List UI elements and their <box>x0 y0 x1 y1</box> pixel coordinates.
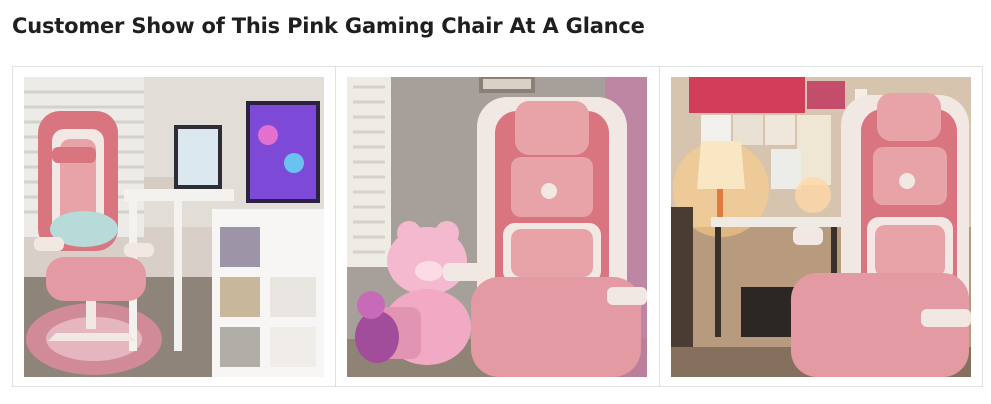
section-title: Customer Show of This Pink Gaming Chair … <box>12 14 645 38</box>
gallery-cell-1 <box>13 67 337 386</box>
gallery-cell-2 <box>336 67 660 386</box>
product-gallery-section: Customer Show of This Pink Gaming Chair … <box>0 0 991 404</box>
customer-photo-2-image <box>347 77 648 377</box>
customer-photo-3-image <box>670 77 971 377</box>
customer-photo-gallery <box>12 66 983 387</box>
customer-photo-2[interactable] <box>347 77 648 377</box>
customer-photo-3[interactable] <box>670 77 971 377</box>
customer-photo-1[interactable] <box>24 77 324 377</box>
customer-photo-1-image <box>24 77 324 377</box>
gallery-cell-3 <box>659 67 982 386</box>
